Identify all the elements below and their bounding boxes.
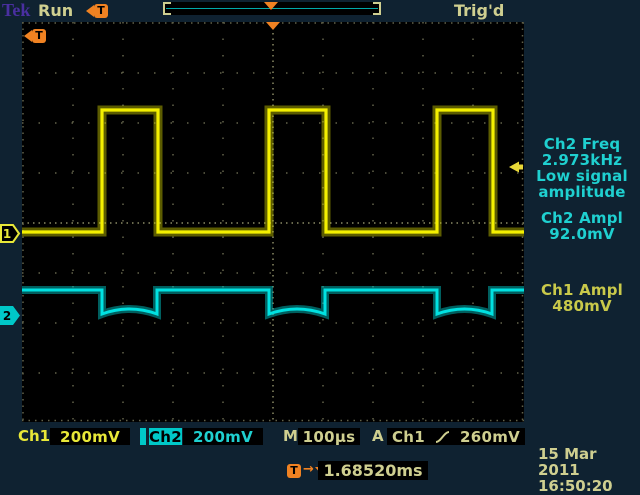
tek-logo: Tek [2, 0, 30, 21]
trigger-t-icon: T [287, 464, 301, 478]
trigger-level-arrow-icon [509, 162, 519, 173]
graticule: T [22, 22, 524, 422]
date: 15 Mar 2011 [538, 446, 640, 478]
waveform-trace [22, 110, 524, 232]
trigger-t-icon: T [32, 29, 46, 43]
ch2-label-value: Ch2 [149, 428, 182, 446]
trigger-readout: Ch1 260mV [387, 428, 525, 445]
measurement-value: 92.0mV [524, 226, 640, 242]
ch2-scale-readout: 200mV [183, 428, 263, 445]
rising-edge-slope-icon [435, 429, 450, 445]
oscilloscope-screen: Tek Run T Trig'd T 1 [0, 0, 640, 480]
trigger-position-icon [266, 22, 280, 30]
trigger-a-label: A [372, 428, 384, 445]
ch2-scale-value: 200mV [193, 428, 253, 446]
acquisition-status: Run [38, 1, 73, 20]
measurement-label: Ch1 Ampl [524, 282, 640, 298]
measurement-value: 2.973kHz [524, 152, 640, 168]
left-arrow-icon [86, 5, 94, 17]
measurement-label: Ch2 Freq [524, 136, 640, 152]
measurement-warning: amplitude [524, 184, 640, 200]
record-view-bar [163, 2, 381, 15]
delay-time-icon: T [287, 464, 301, 478]
trigger-t-icon: T [94, 4, 108, 18]
trigger-status: Trig'd [454, 1, 504, 20]
measurement-ch1-amplitude: Ch1 Ampl 480mV [524, 282, 640, 314]
ch1-scale-value: 200mV [60, 428, 120, 446]
channel1-reference-tag: 1 [0, 224, 21, 247]
trigger-source: Ch1 [392, 428, 425, 446]
trigger-level-arrow-stem [519, 165, 523, 170]
timebase-label: M [283, 428, 298, 445]
right-arrow-icon: → [303, 462, 314, 477]
measurement-ch2-frequency: Ch2 Freq 2.973kHz Low signal amplitude [524, 136, 640, 200]
ch2-select-fragment [140, 428, 146, 445]
left-arrow-icon [24, 30, 32, 42]
timebase-readout: 100µs [298, 428, 360, 445]
measurement-ch2-amplitude: Ch2 Ampl 92.0mV [524, 210, 640, 242]
ch1-scale-readout: 200mV [50, 428, 130, 445]
measurement-label: Ch2 Ampl [524, 210, 640, 226]
delay-time-value: 1.68520ms [323, 461, 422, 480]
measurement-value: 480mV [524, 298, 640, 314]
channel1-number: 1 [3, 227, 11, 241]
channel2-reference-tag: 2 [0, 306, 21, 329]
waveform-display [22, 22, 524, 422]
measurement-warning: Low signal [524, 168, 640, 184]
trigger-offscreen-left-icon: T [86, 4, 108, 18]
record-trigger-position-icon [264, 2, 278, 10]
date-time: 15 Mar 2011 16:50:20 [538, 446, 640, 494]
trigger-level: 260mV [460, 428, 520, 446]
ch1-label: Ch1 [18, 428, 50, 445]
trigger-point-marker: T [24, 29, 46, 43]
timebase-value: 100µs [303, 428, 356, 446]
delay-time-readout: 1.68520ms [318, 461, 428, 480]
channel2-number: 2 [3, 309, 11, 323]
time: 16:50:20 [538, 478, 640, 494]
ch2-label-selected: Ch2 [149, 428, 182, 445]
